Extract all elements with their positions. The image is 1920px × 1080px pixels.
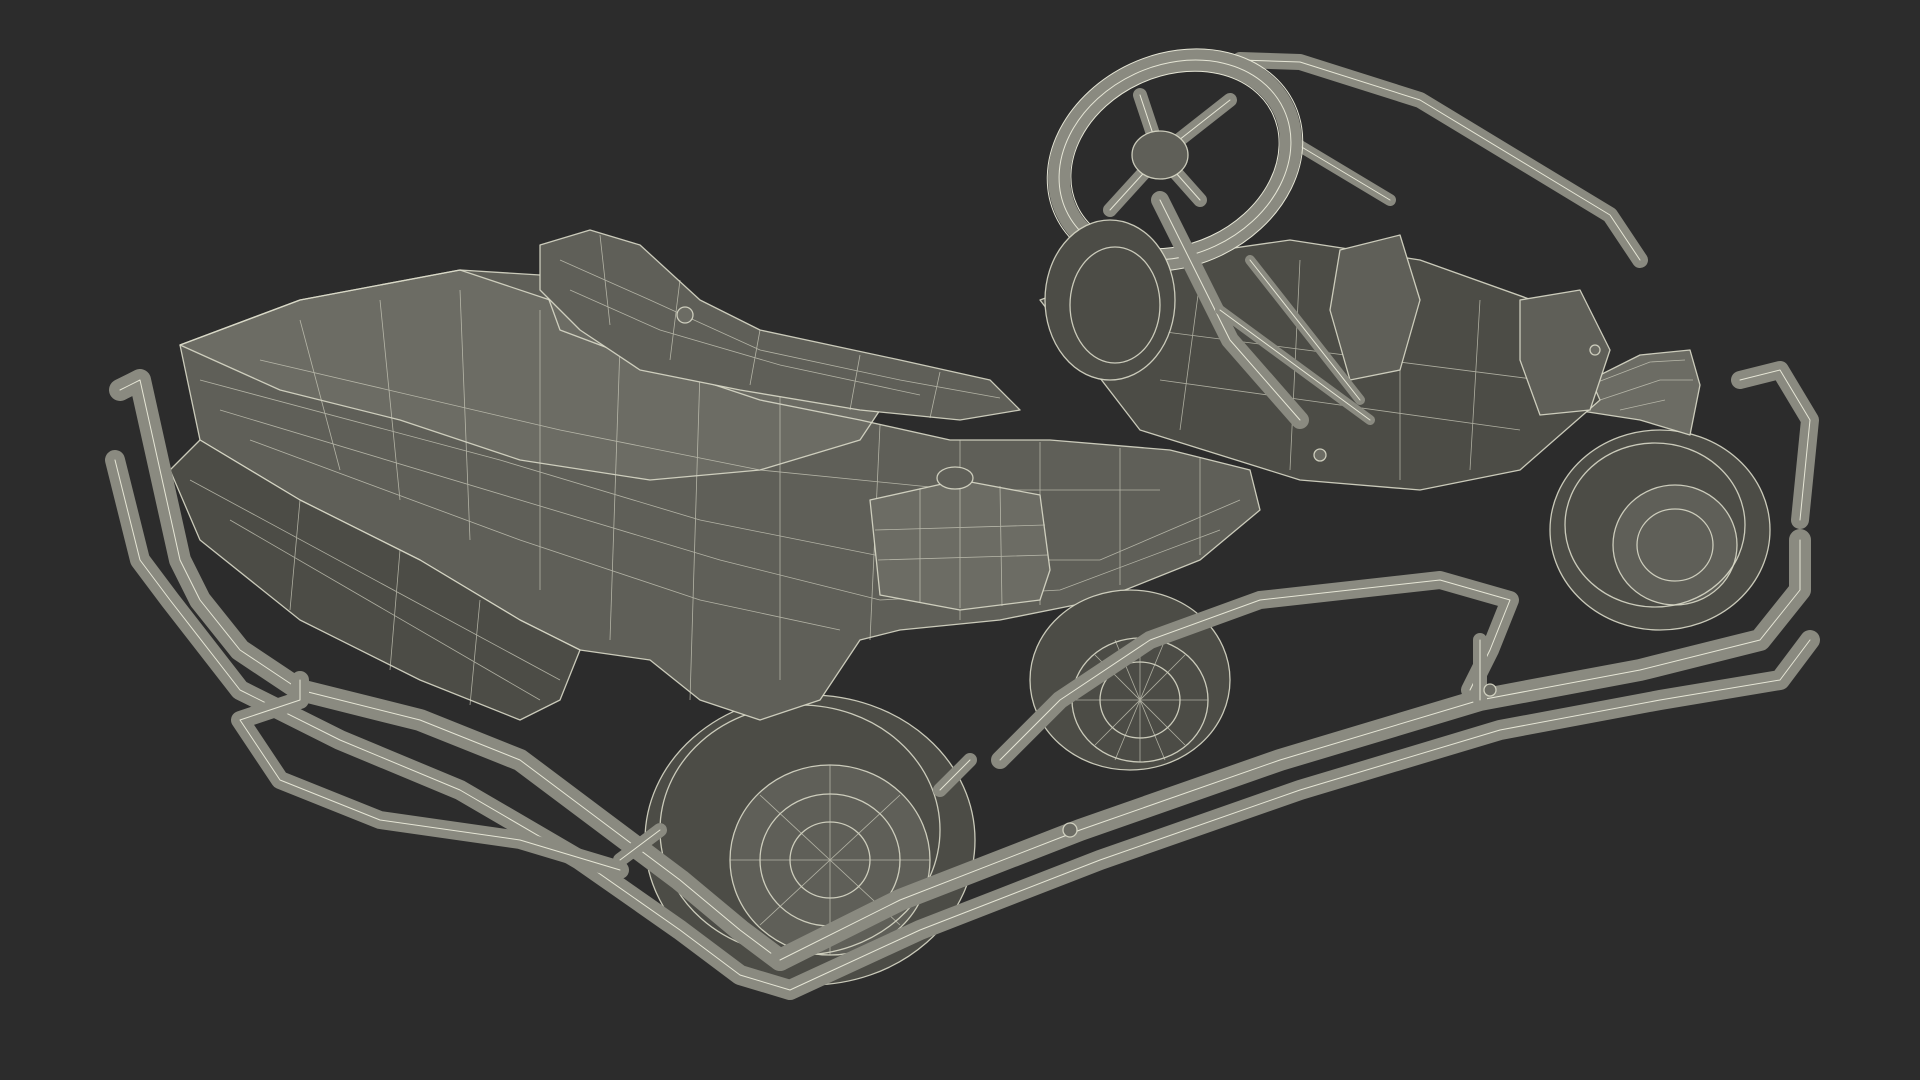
render-viewport bbox=[0, 0, 1920, 1080]
go-kart-wireframe-render bbox=[105, 48, 1820, 1000]
front-left-wheel bbox=[1044, 219, 1176, 381]
right-rear-wheel bbox=[1549, 429, 1771, 631]
